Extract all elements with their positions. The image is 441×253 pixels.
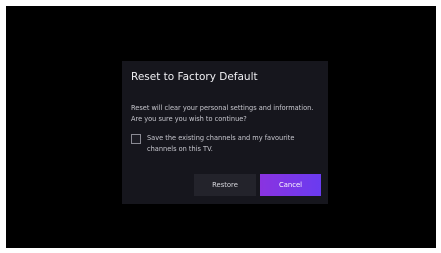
dialog-message: Reset will clear your personal settings …	[131, 104, 314, 123]
dialog-title: Reset to Factory Default	[131, 71, 258, 83]
factory-reset-dialog: Reset to Factory Default Reset will clea…	[122, 61, 328, 204]
save-channels-option[interactable]: Save the existing channels and my favour…	[131, 133, 323, 154]
save-channels-label: Save the existing channels and my favour…	[147, 134, 295, 153]
restore-button[interactable]: Restore	[194, 174, 256, 196]
cancel-button[interactable]: Cancel	[260, 174, 321, 196]
save-channels-checkbox[interactable]	[131, 134, 141, 144]
tv-screen: Reset to Factory Default Reset will clea…	[6, 6, 436, 248]
